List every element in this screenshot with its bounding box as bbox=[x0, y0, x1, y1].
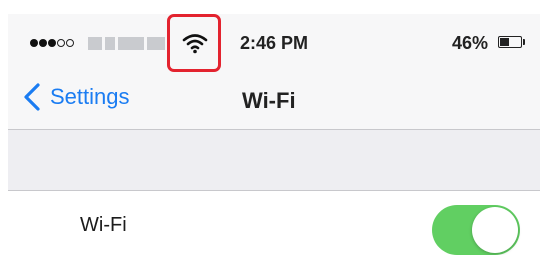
toggle-knob bbox=[472, 207, 518, 253]
signal-dot bbox=[48, 39, 56, 47]
signal-dot bbox=[57, 39, 65, 47]
signal-dot bbox=[66, 39, 74, 47]
wifi-settings-screen: 2:46 PM 46% Settings Wi-Fi Wi-Fi bbox=[0, 0, 540, 255]
page-title: Wi-Fi bbox=[242, 88, 296, 113]
battery-percentage: 46% bbox=[452, 33, 489, 53]
wifi-settings-row: Wi-Fi bbox=[8, 191, 540, 255]
top-bars: 2:46 PM 46% Settings Wi-Fi bbox=[8, 14, 540, 129]
back-button-label: Settings bbox=[50, 84, 130, 109]
status-time: 2:46 PM bbox=[240, 33, 309, 53]
signal-strength-icon bbox=[30, 39, 74, 47]
battery-icon bbox=[498, 36, 522, 48]
battery-tip bbox=[523, 39, 525, 45]
battery-level-fill bbox=[500, 38, 509, 46]
carrier-name-blurred bbox=[88, 37, 168, 50]
wifi-toggle[interactable] bbox=[432, 205, 520, 255]
navigation-bar: Settings Wi-Fi bbox=[8, 66, 540, 129]
wifi-icon bbox=[182, 34, 208, 54]
section-header-spacer bbox=[8, 130, 540, 190]
signal-dot bbox=[39, 39, 47, 47]
status-bar: 2:46 PM 46% bbox=[8, 14, 540, 72]
chevron-left-icon bbox=[24, 83, 40, 111]
wifi-row-label: Wi-Fi bbox=[80, 214, 127, 236]
back-button[interactable]: Settings bbox=[20, 80, 130, 114]
signal-dot bbox=[30, 39, 38, 47]
